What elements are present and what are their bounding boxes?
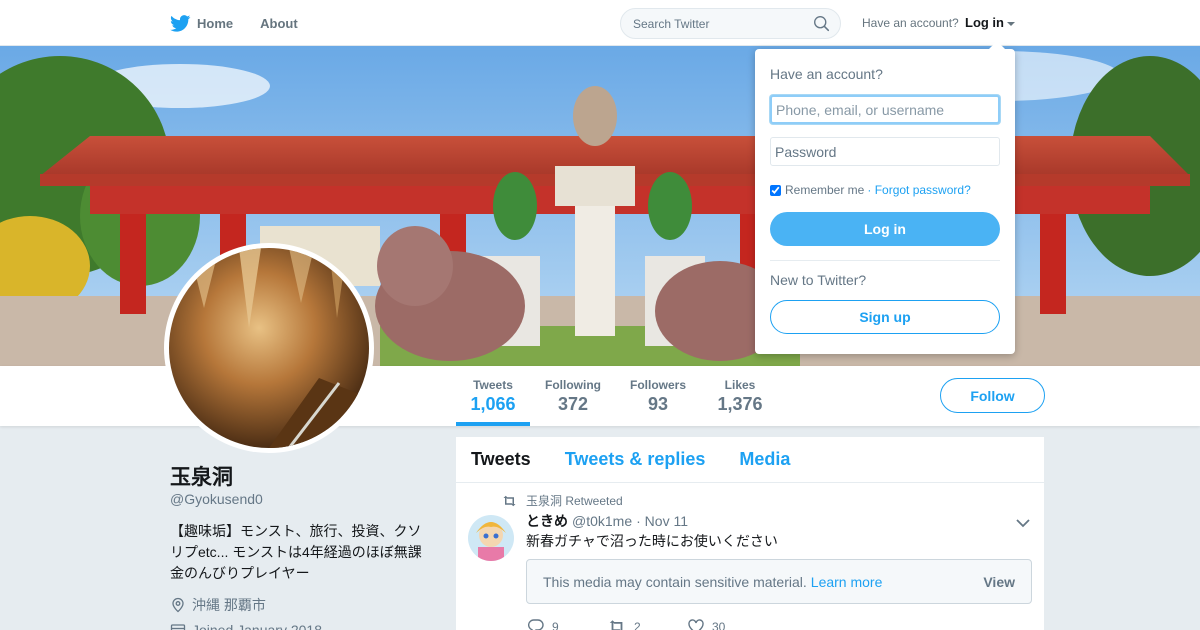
timeline-tabs: Tweets Tweets & replies Media xyxy=(456,437,1044,483)
reply-icon xyxy=(528,619,544,630)
profile-handle: @Gyokusend0 xyxy=(170,491,263,507)
like-action[interactable]: 30 xyxy=(688,619,768,630)
search-input[interactable] xyxy=(621,9,801,38)
new-to-twitter-text: New to Twitter? xyxy=(770,272,867,288)
calendar-icon xyxy=(170,624,186,630)
nav-about-link[interactable]: About xyxy=(260,16,298,31)
stat-followers-value: 93 xyxy=(647,394,669,414)
retweet-icon xyxy=(503,495,516,506)
avatar-image xyxy=(169,248,369,448)
stat-likes[interactable]: Likes 1,376 xyxy=(712,366,768,426)
stat-following[interactable]: Following 372 xyxy=(540,366,606,426)
tab-tweets[interactable]: Tweets xyxy=(471,449,531,470)
stat-likes-value: 1,376 xyxy=(717,394,763,414)
stat-following-value: 372 xyxy=(557,394,589,414)
nav-home-link[interactable]: Home xyxy=(170,14,234,32)
username-input[interactable] xyxy=(770,95,1000,124)
stat-following-label: Following xyxy=(545,378,601,392)
reply-action[interactable]: 9 xyxy=(528,619,608,630)
profile-location-text: 沖縄 那覇市 xyxy=(192,597,266,613)
nav-home-label: Home xyxy=(197,15,234,31)
view-media-button[interactable]: View xyxy=(983,574,1015,590)
twitter-bird-icon xyxy=(170,14,191,32)
stat-tweets[interactable]: Tweets 1,066 xyxy=(456,366,530,426)
tweet-author-name[interactable]: ときめ xyxy=(526,511,568,531)
profile-bio: 【趣味垢】モンスト、旅行、投資、クソリプetc... モンストは4年経過のほぼ無… xyxy=(170,523,422,581)
reply-count: 9 xyxy=(552,619,559,630)
dropdown-arrow xyxy=(989,41,1005,49)
follow-button[interactable]: Follow xyxy=(940,378,1045,413)
stat-followers[interactable]: Followers 93 xyxy=(626,366,690,426)
top-navigation-bar: Home About Have an account? Log in xyxy=(0,0,1200,46)
nav-about-label: About xyxy=(260,15,298,31)
login-dropdown-toggle[interactable]: Log in xyxy=(965,15,1015,30)
dropdown-divider xyxy=(770,260,1000,261)
tweet-header: ときめ @t0k1me · Nov 11 xyxy=(526,511,688,531)
learn-more-link[interactable]: Learn more xyxy=(811,574,883,590)
search-icon[interactable] xyxy=(813,15,830,37)
tweet-actions: 9 2 30 xyxy=(528,619,768,630)
stat-tweets-label: Tweets xyxy=(473,378,513,392)
profile-joined-text: Joined January 2018 xyxy=(192,622,322,630)
tweet-author-handle[interactable]: @t0k1me xyxy=(572,513,632,529)
tab-tweets-replies[interactable]: Tweets & replies xyxy=(565,449,706,470)
tweet-text: 新春ガチャで沼った時にお使いください xyxy=(526,533,778,549)
profile-avatar[interactable] xyxy=(164,243,374,453)
login-dropdown-title: Have an account? xyxy=(770,66,883,82)
chevron-down-icon[interactable] xyxy=(1016,515,1030,533)
retweet-action[interactable]: 2 xyxy=(608,619,688,630)
stat-followers-label: Followers xyxy=(629,378,686,392)
retweet-context: 玉泉洞 Retweeted xyxy=(502,492,623,509)
profile-joined: Joined January 2018 xyxy=(170,622,322,630)
remember-me-row: Remember me · Forgot password? xyxy=(770,183,971,197)
signup-button[interactable]: Sign up xyxy=(770,300,1000,334)
have-account-text: Have an account? xyxy=(862,16,959,30)
profile-location: 沖縄 那覇市 xyxy=(170,595,266,615)
caret-down-icon xyxy=(1007,21,1015,26)
like-icon xyxy=(688,619,704,630)
timeline: Tweets Tweets & replies Media 玉泉洞 Retwee… xyxy=(456,437,1044,630)
tweet-date[interactable]: · Nov 11 xyxy=(636,513,688,529)
like-count: 30 xyxy=(712,619,726,630)
tweet-author-avatar[interactable] xyxy=(468,515,514,561)
login-button[interactable]: Log in xyxy=(770,212,1000,246)
tab-media[interactable]: Media xyxy=(739,449,790,470)
stat-likes-label: Likes xyxy=(724,378,756,392)
search-box xyxy=(620,8,841,39)
login-link-label: Log in xyxy=(965,15,1004,30)
login-dropdown: Have an account? Remember me · Forgot pa… xyxy=(755,41,1015,354)
retweet-count: 2 xyxy=(634,619,641,630)
forgot-password-link[interactable]: · Forgot password? xyxy=(867,183,970,197)
remember-me-checkbox[interactable] xyxy=(770,184,781,196)
sensitive-media-text: This media may contain sensitive materia… xyxy=(543,573,807,590)
retweet-icon xyxy=(609,620,623,630)
location-pin-icon xyxy=(172,597,184,613)
password-input[interactable] xyxy=(770,137,1000,166)
remember-me-label: Remember me xyxy=(785,183,865,197)
stat-tweets-value: 1,066 xyxy=(470,394,516,414)
retweeted-by-text: 玉泉洞 Retweeted xyxy=(526,494,623,508)
sensitive-media-notice: This media may contain sensitive materia… xyxy=(526,559,1032,604)
profile-name: 玉泉洞 xyxy=(170,466,233,489)
nav-left: Home About xyxy=(170,0,325,46)
